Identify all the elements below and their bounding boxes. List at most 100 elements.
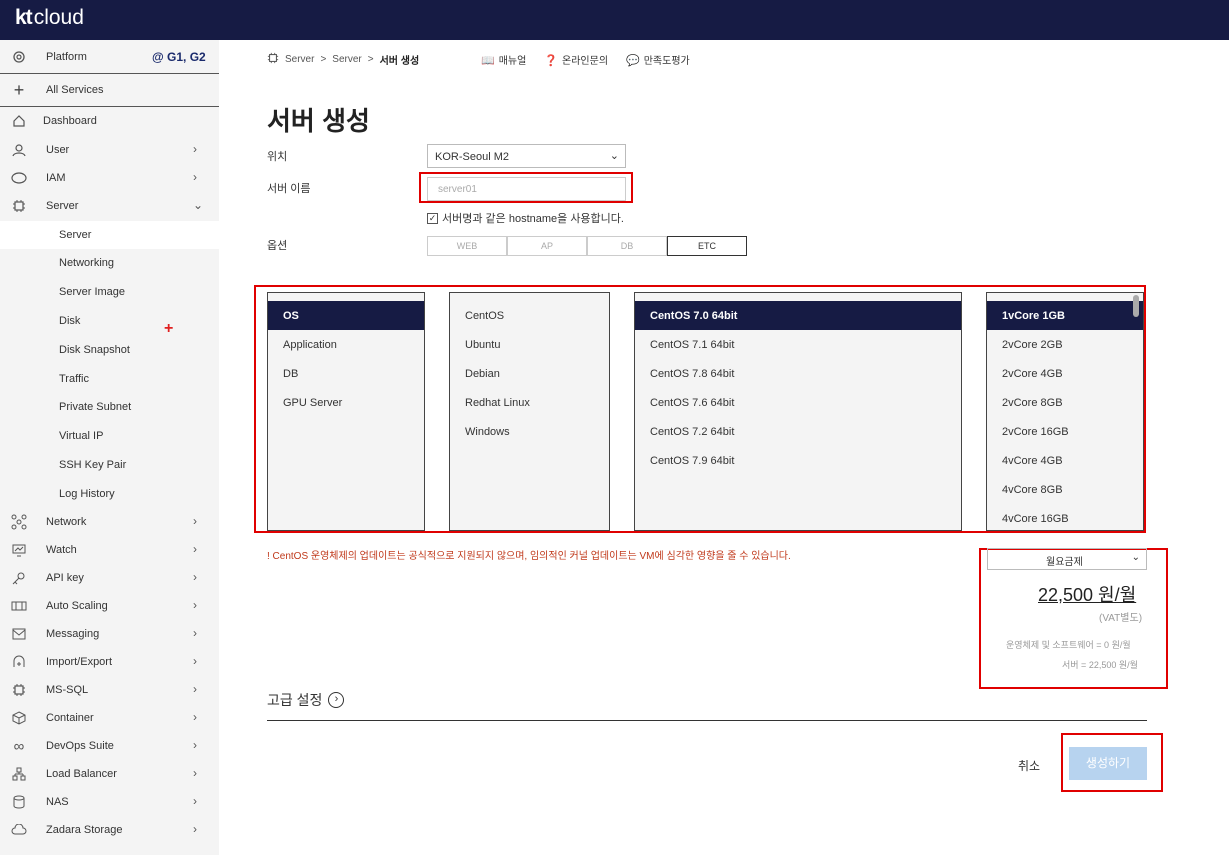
sidebar-item-ms-sql[interactable]: MS-SQL › bbox=[0, 676, 219, 704]
sidebar-item-network[interactable]: Network › bbox=[0, 508, 219, 536]
breadcrumb-item[interactable]: Server bbox=[285, 54, 314, 65]
list-item[interactable]: 4vCore 8GB bbox=[987, 475, 1143, 504]
list-item[interactable]: Application bbox=[268, 330, 424, 359]
tab-ap[interactable]: AP bbox=[507, 236, 587, 256]
kt-cloud-logo[interactable]: ktcloud bbox=[15, 6, 84, 30]
list-item[interactable]: 2vCore 16GB bbox=[987, 417, 1143, 446]
list-item[interactable]: 2vCore 2GB bbox=[987, 330, 1143, 359]
list-item[interactable]: Ubuntu bbox=[450, 330, 609, 359]
manual-link[interactable]: 📖 매뉴얼 bbox=[481, 52, 526, 67]
list-item[interactable]: 4vCore 4GB bbox=[987, 446, 1143, 475]
billing-plan-select[interactable]: 월요금제 ⌄ bbox=[987, 548, 1147, 570]
sidebar-item-dashboard[interactable]: Dashboard bbox=[0, 107, 219, 135]
sidebar-sub-traffic[interactable]: Traffic bbox=[0, 365, 219, 393]
sidebar-item-container[interactable]: Container › bbox=[0, 704, 219, 732]
hostname-checkbox-row[interactable]: ✓ 서버명과 같은 hostname을 사용합니다. bbox=[427, 210, 624, 226]
os-version-list: CentOS 7.0 64bit CentOS 7.1 64bit CentOS… bbox=[634, 292, 962, 531]
sidebar-sub-log-history[interactable]: Log History bbox=[0, 480, 219, 508]
list-item[interactable]: OS bbox=[268, 301, 424, 330]
divider bbox=[0, 73, 219, 74]
os-sw-cost: 운영체제 및 소프트웨어 = 0 원/월 bbox=[1006, 640, 1131, 650]
highlight-box bbox=[419, 172, 633, 203]
list-item[interactable]: Redhat Linux bbox=[450, 388, 609, 417]
hostname-checkbox[interactable]: ✓ bbox=[427, 212, 438, 224]
inquiry-link[interactable]: ❓ 온라인문의 bbox=[544, 52, 608, 67]
sidebar-sub-disk[interactable]: Disk bbox=[0, 307, 219, 335]
sidebar-item-nas[interactable]: NAS › bbox=[0, 788, 219, 816]
breadcrumb: Server > Server > 서버 생성 bbox=[267, 52, 419, 67]
tab-web[interactable]: WEB bbox=[427, 236, 507, 256]
sidebar-sub-ssh-key-pair[interactable]: SSH Key Pair bbox=[0, 451, 219, 479]
balancer-icon bbox=[11, 766, 27, 782]
sidebar-item-all-services[interactable]: + All Services bbox=[0, 76, 219, 104]
advanced-settings-toggle[interactable]: 고급 설정 › bbox=[267, 690, 345, 710]
chip-icon bbox=[11, 682, 27, 698]
list-item[interactable]: CentOS 7.2 64bit bbox=[635, 417, 961, 446]
list-item[interactable]: CentOS 7.0 64bit bbox=[635, 301, 961, 330]
server-name-label: 서버 이름 bbox=[267, 183, 311, 195]
sidebar-sub-label: Traffic bbox=[59, 373, 89, 385]
network-icon bbox=[11, 514, 27, 530]
list-item[interactable]: CentOS 7.9 64bit bbox=[635, 446, 961, 475]
breadcrumb-item[interactable]: Server bbox=[332, 54, 361, 65]
sidebar-item-label: Load Balancer bbox=[46, 768, 117, 780]
sidebar-item-label: User bbox=[46, 144, 70, 156]
sidebar-sub-private-subnet[interactable]: Private Subnet bbox=[0, 393, 219, 421]
list-item[interactable]: CentOS 7.1 64bit bbox=[635, 330, 961, 359]
list-item[interactable]: 2vCore 4GB bbox=[987, 359, 1143, 388]
monthly-price: 22,500 원/월 bbox=[1038, 585, 1137, 605]
sidebar-item-server[interactable]: Server ⌄ bbox=[0, 192, 219, 220]
list-item[interactable]: Windows bbox=[450, 417, 609, 446]
sidebar-item-messaging[interactable]: Messaging › bbox=[0, 620, 219, 648]
chevron-right-icon: › bbox=[193, 738, 197, 752]
location-label: 위치 bbox=[267, 151, 288, 163]
sidebar-item-devops-suite[interactable]: ∞ DevOps Suite › bbox=[0, 732, 219, 760]
sidebar-item-user[interactable]: User › bbox=[0, 136, 219, 164]
sidebar-item-iam[interactable]: IAM › bbox=[0, 164, 219, 192]
sidebar-item-platform[interactable]: Platform @ G1, G2 bbox=[0, 43, 219, 71]
sidebar-item-zadara-storage[interactable]: Zadara Storage › bbox=[0, 816, 219, 844]
category-list: OS Application DB GPU Server bbox=[267, 292, 425, 531]
sidebar-sub-server-image[interactable]: Server Image bbox=[0, 278, 219, 306]
option-tabs: WEB AP DB ETC bbox=[427, 236, 747, 256]
home-icon bbox=[11, 113, 27, 129]
chevron-right-icon: › bbox=[193, 682, 197, 696]
sidebar-item-auto-scaling[interactable]: Auto Scaling › bbox=[0, 592, 219, 620]
sidebar-sub-virtual-ip[interactable]: Virtual IP bbox=[0, 422, 219, 450]
user-icon bbox=[11, 142, 27, 158]
sidebar-sub-networking[interactable]: Networking bbox=[0, 249, 219, 277]
sidebar-item-import-export[interactable]: Import/Export › bbox=[0, 648, 219, 676]
sidebar-sub-disk-snapshot[interactable]: Disk Snapshot bbox=[0, 336, 219, 364]
sidebar-sub-label: Server bbox=[59, 229, 92, 241]
list-item[interactable]: CentOS 7.6 64bit bbox=[635, 388, 961, 417]
tab-etc[interactable]: ETC bbox=[667, 236, 747, 256]
sidebar-sub-label: Server Image bbox=[59, 286, 126, 298]
sidebar-item-watch[interactable]: Watch › bbox=[0, 536, 219, 564]
list-item[interactable]: Debian bbox=[450, 359, 609, 388]
chevron-right-icon: › bbox=[193, 598, 197, 612]
sidebar-item-load-balancer[interactable]: Load Balancer › bbox=[0, 760, 219, 788]
sidebar-item-label: Messaging bbox=[46, 628, 100, 640]
list-item[interactable]: 2vCore 8GB bbox=[987, 388, 1143, 417]
chevron-right-icon: › bbox=[193, 570, 197, 584]
survey-link[interactable]: 💬 만족도평가 bbox=[626, 52, 690, 67]
chevron-right-icon: › bbox=[193, 794, 197, 808]
chevron-right-icon: › bbox=[328, 692, 345, 708]
billing-plan-value: 월요금제 bbox=[1046, 557, 1083, 568]
header-links: 📖 매뉴얼 ❓ 온라인문의 💬 만족도평가 bbox=[481, 52, 690, 67]
scrollbar-thumb[interactable] bbox=[1133, 295, 1139, 317]
advanced-settings-label: 고급 설정 bbox=[267, 692, 323, 708]
tab-db[interactable]: DB bbox=[587, 236, 667, 256]
sidebar-item-api-key[interactable]: API key › bbox=[0, 564, 219, 592]
transfer-icon bbox=[11, 654, 27, 670]
list-item[interactable]: DB bbox=[268, 359, 424, 388]
list-item[interactable]: CentOS bbox=[450, 301, 609, 330]
option-label: 옵션 bbox=[267, 240, 288, 252]
list-item[interactable]: 1vCore 1GB bbox=[987, 301, 1143, 330]
cancel-button[interactable]: 취소 bbox=[1018, 757, 1040, 774]
list-item[interactable]: GPU Server bbox=[268, 388, 424, 417]
list-item[interactable]: 4vCore 16GB bbox=[987, 504, 1143, 530]
location-select[interactable]: KOR-Seoul M2 ⌄ bbox=[427, 144, 626, 168]
list-item[interactable]: CentOS 7.8 64bit bbox=[635, 359, 961, 388]
sidebar-sub-server[interactable]: Server bbox=[0, 221, 219, 249]
